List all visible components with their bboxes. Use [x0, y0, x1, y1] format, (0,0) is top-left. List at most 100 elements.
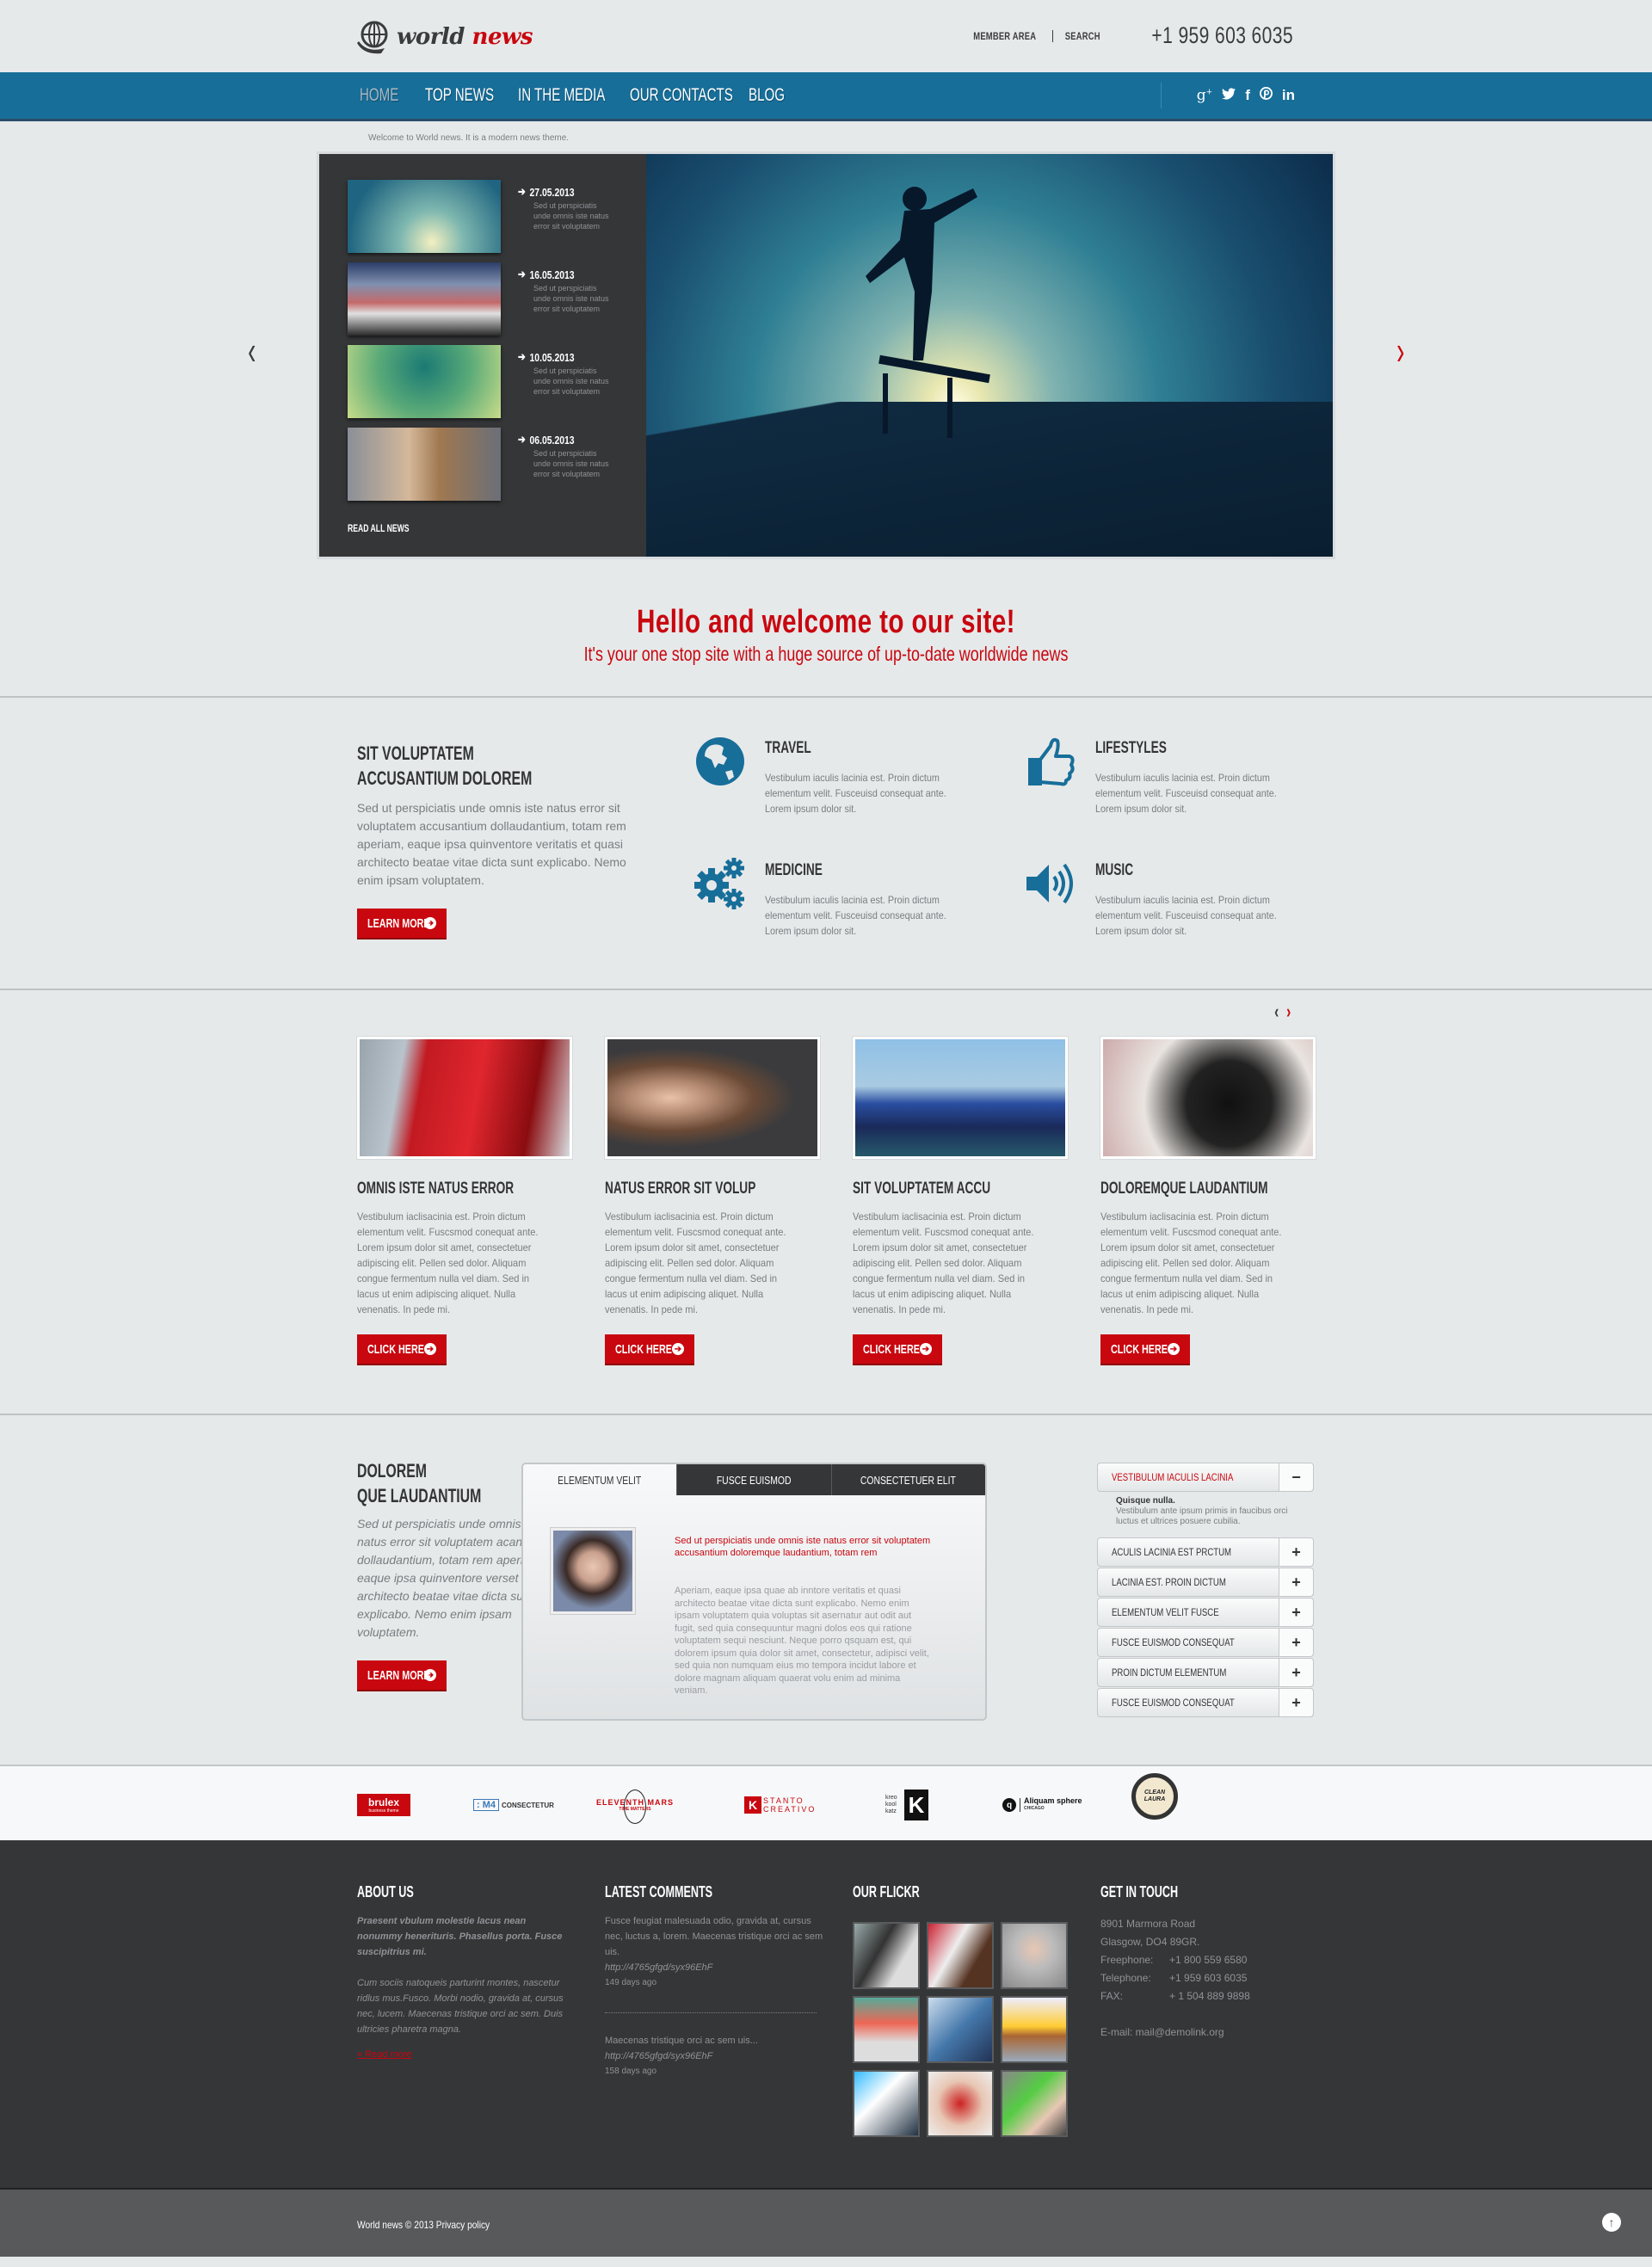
article-image[interactable] [1100, 1036, 1316, 1160]
click-here-button[interactable]: CLICK HERE ➔ [853, 1334, 942, 1365]
accordion-item-open[interactable]: VESTIBULUM IACULIS LACINIA − [1097, 1463, 1314, 1492]
globe-logo-icon [357, 21, 388, 54]
bottom-bar: World news © 2013 Privacy policy ↑ [0, 2188, 1652, 2257]
news-thumbnail[interactable] [348, 180, 501, 253]
learn-more-button[interactable]: LEARN MORE ➔ [357, 909, 447, 939]
plus-icon[interactable]: + [1279, 1599, 1313, 1626]
accordion-item[interactable]: FUSCE EUISMOD CONSEQUAT + [1097, 1628, 1314, 1657]
footer-heading: GET IN TOUCH [1100, 1883, 1179, 1900]
twitter-icon[interactable] [1222, 87, 1236, 104]
slider-news-item[interactable]: ➔ 16.05.2013 Sed ut perspiciatis unde omn… [348, 262, 615, 345]
click-here-button[interactable]: CLICK HERE ➔ [357, 1334, 447, 1365]
contact-row: Telephone: +1 959 603 6035 [1100, 1972, 1248, 1984]
accordion-item[interactable]: FUSCE EUISMOD CONSEQUAT + [1097, 1688, 1314, 1717]
linkedin-icon[interactable]: in [1282, 87, 1295, 104]
slider-main-image[interactable] [646, 154, 1333, 557]
arrow-circle-icon: ➔ [672, 1343, 684, 1355]
flickr-photo[interactable] [853, 1922, 920, 1989]
main-nav: HOME TOP NEWS IN THE MEDIA OUR CONTACTS … [0, 72, 1652, 121]
click-here-button[interactable]: CLICK HERE ➔ [1100, 1334, 1190, 1365]
slider-news-item[interactable]: ➔ 27.05.2013 Sed ut perspiciatis unde omn… [348, 180, 615, 262]
arrow-right-icon: ➔ [518, 350, 526, 363]
comment-link[interactable]: http://4765gfgd/syx96EhF [605, 1960, 829, 1975]
features-section: SIT VOLUPTATEM ACCUSANTIUM DOLOREM Sed ut… [0, 698, 1652, 990]
address-line: 8901 Marmora Road [1100, 1918, 1196, 1930]
google-plus-icon[interactable]: g+ [1197, 87, 1212, 104]
news-thumbnail[interactable] [348, 345, 501, 418]
footer-latest-comments: LATEST COMMENTS Fusce feugiat malesuada … [605, 1883, 829, 2079]
accordion-item[interactable]: ACULIS LACINIA EST PRCTUM + [1097, 1537, 1314, 1567]
tab-panel: ELEMENTUM VELIT FUSCE EUISMOD CONSECTETU… [521, 1463, 987, 1721]
article-card: OMNIS ISTE NATUS ERROR Vestibulum iaclis… [356, 1036, 573, 1365]
carousel-prev-arrow[interactable]: ‹ [1274, 1001, 1279, 1023]
nav-item-in-the-media[interactable]: IN THE MEDIA [518, 85, 605, 106]
partner-logo-clean-laura[interactable]: CLEAN LAURA [1131, 1773, 1178, 1820]
tab-elementum-velit[interactable]: ELEMENTUM VELIT [523, 1464, 676, 1495]
partner-logo-m4[interactable]: : M4 CONSECTETUR [473, 1792, 554, 1818]
nav-item-home[interactable]: HOME [360, 85, 403, 106]
accordion-item[interactable]: PROIN DICTUM ELEMENTUM + [1097, 1658, 1314, 1687]
features-title: SIT VOLUPTATEM ACCUSANTIUM DOLOREM [357, 742, 533, 789]
flickr-photo[interactable] [927, 2070, 994, 2137]
slider-next-arrow[interactable]: › [1396, 330, 1404, 370]
footer-heading: OUR FLICKR [853, 1883, 920, 1900]
flickr-photo[interactable] [853, 2070, 920, 2137]
slider-news-item[interactable]: ➔ 06.05.2013 Sed ut perspiciatis unde omn… [348, 428, 615, 510]
speaker-icon [1026, 863, 1073, 904]
flickr-photo[interactable] [1001, 1922, 1068, 1989]
back-to-top-icon[interactable]: ↑ [1602, 2213, 1621, 2232]
news-thumbnail[interactable] [348, 262, 501, 336]
article-image[interactable] [852, 1036, 1069, 1160]
accordion-item[interactable]: LACINIA EST. PROIN DICTUM + [1097, 1568, 1314, 1597]
partner-logo-brulex[interactable]: brulex business theme [357, 1792, 410, 1818]
comment-link[interactable]: http://4765gfgd/syx96EhF [605, 2048, 829, 2064]
pinterest-icon[interactable] [1259, 87, 1273, 104]
article-text: Vestibulum iaclisacinia est. Proin dictu… [357, 1211, 539, 1315]
plus-icon[interactable]: + [1279, 1568, 1313, 1596]
carousel-next-arrow[interactable]: › [1286, 1001, 1291, 1023]
tab-consectetuer-elit[interactable]: CONSECTETUER ELIT [830, 1464, 985, 1495]
partner-logo-stanto-creativo[interactable]: K STANTO CREATIVO [744, 1792, 815, 1818]
partner-logo-kreo-kool-katz[interactable]: kreo kool katz K [885, 1790, 928, 1820]
partner-logo-aliquam-sphere[interactable]: q Aliquam sphere CHICAGO [1002, 1792, 1082, 1818]
comment-age: 149 days ago [605, 1978, 657, 1987]
click-here-button[interactable]: CLICK HERE ➔ [605, 1334, 694, 1365]
nav-item-top-news[interactable]: TOP NEWS [425, 85, 494, 106]
partner-logo-eleventh-mars[interactable]: ELEVENTH MARS TIME MATTERS [596, 1790, 674, 1824]
slider-news-item[interactable]: ➔ 10.05.2013 Sed ut perspiciatis unde omn… [348, 345, 615, 428]
read-more-link[interactable]: » Read more [357, 2049, 412, 2060]
features-intro-text: Sed ut perspiciatis unde omnis iste natu… [357, 801, 626, 887]
member-area-link[interactable]: MEMBER AREA [973, 30, 1036, 42]
feature-text: Vestibulum iaculis lacinia est. Proin di… [765, 894, 946, 937]
learn-more-button[interactable]: LEARN MORE ➔ [357, 1660, 447, 1691]
plus-icon[interactable]: + [1279, 1659, 1313, 1686]
welcome-banner: Hello and welcome to our site! It's your… [0, 559, 1652, 698]
accordion-item[interactable]: ELEMENTUM VELIT FUSCE + [1097, 1598, 1314, 1627]
news-thumbnail[interactable] [348, 428, 501, 501]
copyright-privacy-link[interactable]: World news © 2013 Privacy policy [357, 2219, 490, 2231]
nav-item-our-contacts[interactable]: OUR CONTACTS [630, 85, 733, 106]
flickr-photo[interactable] [853, 1996, 920, 2063]
plus-icon[interactable]: + [1279, 1689, 1313, 1716]
plus-icon[interactable]: + [1279, 1629, 1313, 1656]
slider-prev-arrow[interactable]: ‹ [248, 330, 256, 370]
flickr-photo[interactable] [927, 1996, 994, 2063]
news-excerpt: Sed ut perspiciatis unde omnis iste natu… [533, 449, 609, 478]
facebook-icon[interactable]: f [1245, 87, 1250, 104]
read-all-news-link[interactable]: READ ALL NEWS [348, 522, 410, 534]
article-image[interactable] [604, 1036, 821, 1160]
news-date: 27.05.2013 [529, 185, 575, 199]
logo[interactable]: world news [355, 19, 533, 55]
minus-icon[interactable]: − [1279, 1463, 1313, 1491]
tab-fusce-euismod[interactable]: FUSCE EUISMOD [676, 1464, 831, 1495]
nav-item-blog[interactable]: BLOG [749, 85, 786, 106]
flickr-photo[interactable] [1001, 1996, 1068, 2063]
article-image[interactable] [356, 1036, 573, 1160]
search-link[interactable]: SEARCH [1064, 30, 1100, 42]
plus-icon[interactable]: + [1279, 1538, 1313, 1566]
comment-item: Fusce feugiat malesuada odio, gravida at… [605, 1913, 829, 1991]
flickr-photo[interactable] [1001, 2070, 1068, 2137]
email-link[interactable]: E-mail: mail@demolink.org [1100, 2024, 1324, 2042]
arrow-right-icon: ➔ [518, 185, 526, 198]
flickr-photo[interactable] [927, 1922, 994, 1989]
